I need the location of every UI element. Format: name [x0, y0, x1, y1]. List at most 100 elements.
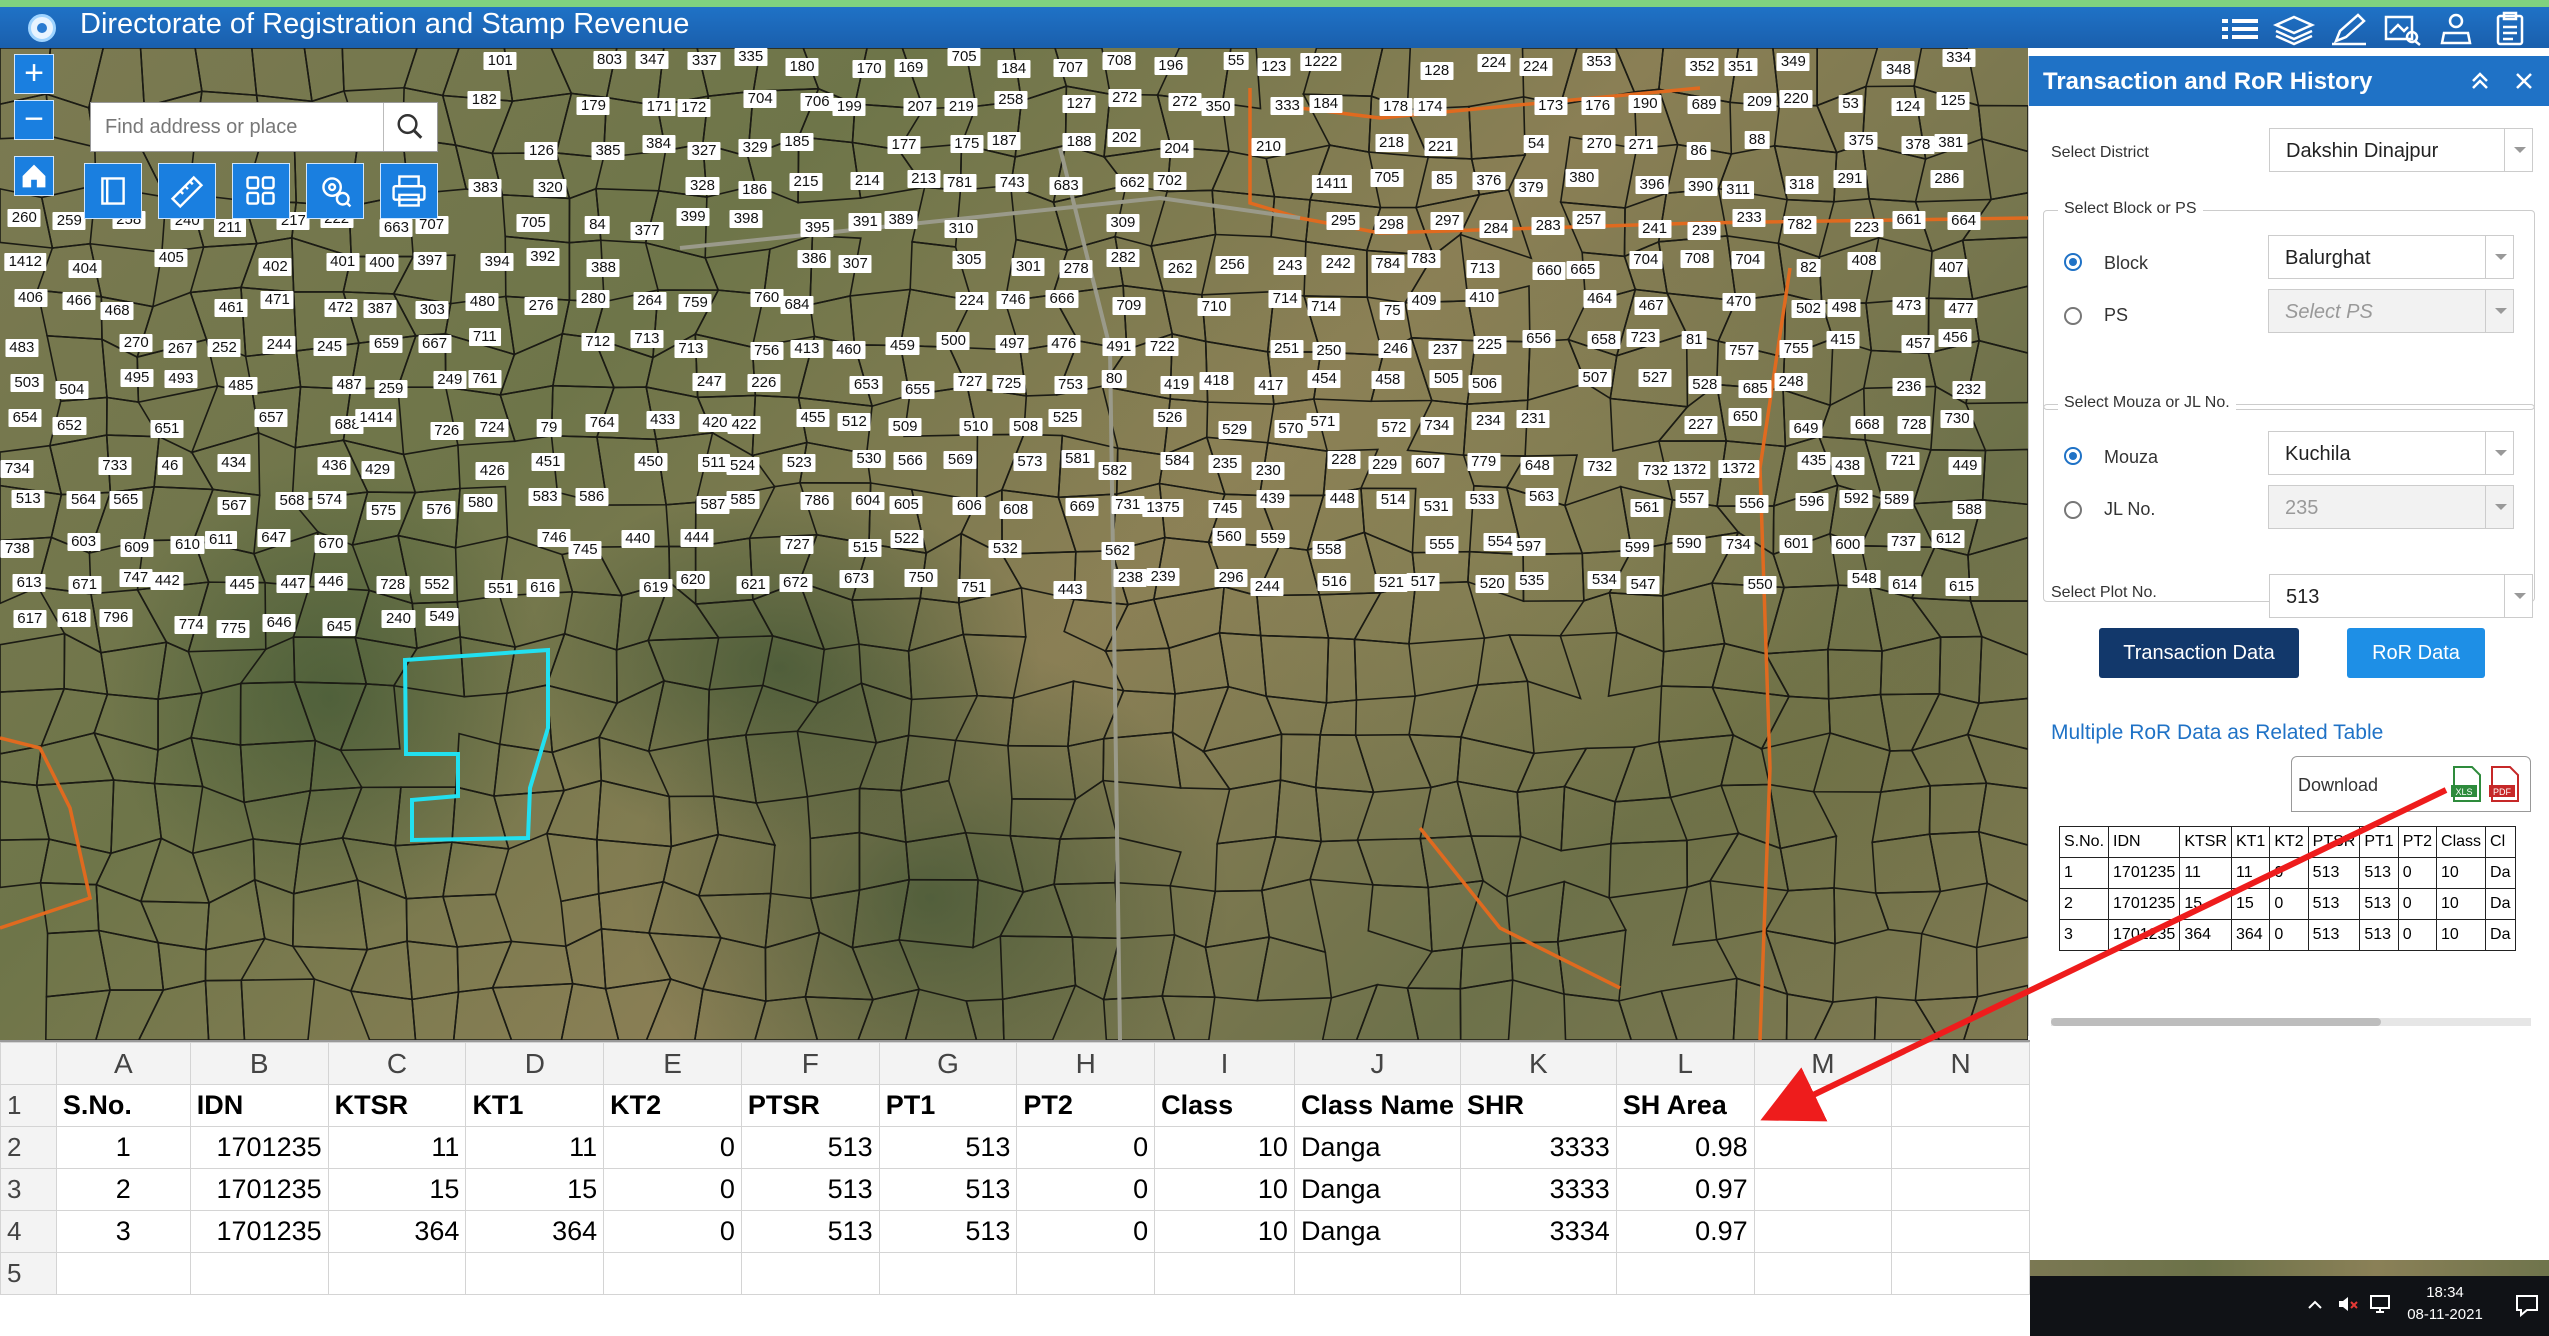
plot-number-label[interactable]: 534: [1587, 570, 1621, 589]
plot-number-label[interactable]: 588: [1952, 501, 1986, 520]
plot-number-label[interactable]: 600: [1831, 536, 1865, 555]
plot-number-label[interactable]: 447: [276, 574, 310, 593]
plot-number-label[interactable]: 670: [314, 535, 348, 554]
plot-number-label[interactable]: 79: [536, 418, 562, 437]
plot-number-label[interactable]: 587: [696, 496, 730, 515]
plot-number-label[interactable]: 708: [1102, 51, 1136, 70]
plot-number-label[interactable]: 422: [727, 416, 761, 435]
plot-number-label[interactable]: 584: [1160, 452, 1194, 471]
sheet-cell[interactable]: 11: [465, 1126, 605, 1169]
plot-number-label[interactable]: 250: [1312, 341, 1346, 360]
transaction-data-button[interactable]: Transaction Data: [2099, 628, 2299, 678]
sheet-cell[interactable]: [878, 1252, 1018, 1295]
plot-number-label[interactable]: 669: [1065, 498, 1099, 517]
plot-number-label[interactable]: 429: [361, 461, 395, 480]
plot-number-label[interactable]: 597: [1512, 538, 1546, 557]
plot-number-label[interactable]: 184: [997, 60, 1031, 79]
plot-number-label[interactable]: 199: [832, 98, 866, 117]
plot-number-label[interactable]: 224: [1518, 58, 1553, 77]
plot-number-label[interactable]: 728: [1897, 415, 1931, 434]
plot-number-label[interactable]: 385: [591, 141, 625, 160]
plot-number-label[interactable]: 665: [1566, 261, 1600, 280]
plot-number-label[interactable]: 759: [678, 293, 712, 312]
plot-number-label[interactable]: 513: [11, 489, 45, 508]
plot-number-label[interactable]: 615: [1944, 578, 1979, 597]
plot-number-label[interactable]: 480: [465, 293, 499, 312]
sheet-cell[interactable]: [1891, 1168, 2030, 1211]
plot-number-label[interactable]: 503: [10, 374, 44, 393]
plot-number-label[interactable]: 575: [366, 501, 400, 520]
plot-number-label[interactable]: 171: [642, 98, 676, 117]
plot-number-label[interactable]: 520: [1475, 574, 1509, 593]
sheet-cell[interactable]: [1891, 1252, 2030, 1295]
plot-number-label[interactable]: 402: [258, 258, 292, 277]
related-table-scrollbar[interactable]: [2051, 1018, 2531, 1026]
plot-number-label[interactable]: 745: [568, 541, 602, 560]
plot-number-label[interactable]: 653: [849, 376, 883, 395]
plot-number-label[interactable]: 586: [575, 488, 609, 507]
plot-number-label[interactable]: 535: [1515, 572, 1549, 591]
plot-number-label[interactable]: 605: [889, 496, 923, 515]
column-letter[interactable]: D: [465, 1042, 605, 1085]
plot-number-label[interactable]: 528: [1688, 375, 1722, 394]
plot-number-label[interactable]: 276: [524, 297, 558, 316]
sheet-cell[interactable]: 513: [878, 1168, 1018, 1211]
plot-number-label[interactable]: 666: [1045, 290, 1079, 309]
plot-number-label[interactable]: 784: [1371, 255, 1405, 274]
plot-number-label[interactable]: 85: [1432, 170, 1457, 189]
plot-number-label[interactable]: 523: [782, 453, 816, 472]
plot-number-label[interactable]: 179: [576, 96, 610, 115]
plot-number-label[interactable]: 282: [1106, 249, 1140, 268]
plot-number-label[interactable]: 616: [526, 578, 560, 597]
plot-number-label[interactable]: 298: [1374, 215, 1408, 234]
plot-number-label[interactable]: 398: [729, 210, 763, 229]
pdf-download-icon[interactable]: PDF: [2488, 765, 2520, 803]
clock[interactable]: 18:34 08-11-2021: [2400, 1282, 2490, 1326]
plot-number-label[interactable]: 267: [163, 339, 197, 358]
plot-number-label[interactable]: 286: [1930, 169, 1964, 188]
plot-number-label[interactable]: 560: [1212, 528, 1246, 547]
plot-number-label[interactable]: 383: [468, 179, 502, 198]
plot-number-label[interactable]: 228: [1327, 450, 1361, 469]
plot-number-label[interactable]: 547: [1626, 576, 1660, 595]
table-row[interactable]: 1 1701235 11 11 0 513 513 0 10 Da: [2059, 857, 2516, 889]
plot-number-label[interactable]: 672: [779, 573, 813, 592]
sheet-cell[interactable]: 1: [55, 1126, 191, 1169]
plot-number-label[interactable]: 440: [621, 530, 655, 549]
plot-number-label[interactable]: 258: [994, 90, 1028, 109]
sheet-cell[interactable]: [1891, 1210, 2030, 1253]
plot-number-label[interactable]: 232: [1952, 380, 1986, 399]
plot-number-label[interactable]: 559: [1256, 530, 1290, 549]
plot-number-label[interactable]: 320: [533, 179, 567, 198]
plot-number-label[interactable]: 504: [55, 381, 89, 400]
plot-number-label[interactable]: 704: [1731, 250, 1765, 269]
plot-number-label[interactable]: 775: [216, 620, 250, 639]
plot-number-label[interactable]: 460: [832, 341, 866, 360]
plot-number-label[interactable]: 664: [1947, 211, 1981, 230]
plot-number-label[interactable]: 646: [262, 614, 296, 633]
plot-number-label[interactable]: 389: [884, 211, 918, 230]
sheet-cell[interactable]: SHR: [1460, 1084, 1617, 1127]
sheet-cell[interactable]: [1891, 1084, 2030, 1127]
sheet-cell[interactable]: 364: [465, 1210, 605, 1253]
row-number[interactable]: 2: [0, 1126, 57, 1169]
plot-number-label[interactable]: 663: [379, 218, 413, 237]
collapse-icon[interactable]: [2467, 68, 2493, 94]
plot-number-label[interactable]: 186: [738, 181, 772, 200]
plot-number-label[interactable]: 617: [13, 609, 47, 628]
plot-number-label[interactable]: 532: [988, 539, 1022, 558]
plot-number-label[interactable]: 464: [1583, 289, 1617, 308]
plot-number-label[interactable]: 128: [1420, 61, 1454, 80]
plot-number-label[interactable]: 80: [1101, 370, 1127, 389]
plot-number-label[interactable]: 569: [943, 451, 977, 470]
plot-number-label[interactable]: 713: [1465, 259, 1500, 278]
plot-number-label[interactable]: 467: [1634, 297, 1668, 316]
plot-number-label[interactable]: 457: [1901, 334, 1935, 353]
plot-number-label[interactable]: 654: [8, 409, 42, 428]
plot-number-label[interactable]: 743: [995, 173, 1029, 192]
plot-number-label[interactable]: 433: [646, 410, 680, 429]
plot-number-label[interactable]: 219: [944, 98, 978, 117]
plot-number-label[interactable]: 576: [422, 500, 456, 519]
plot-number-label[interactable]: 291: [1833, 170, 1867, 189]
plot-number-label[interactable]: 551: [484, 580, 518, 599]
